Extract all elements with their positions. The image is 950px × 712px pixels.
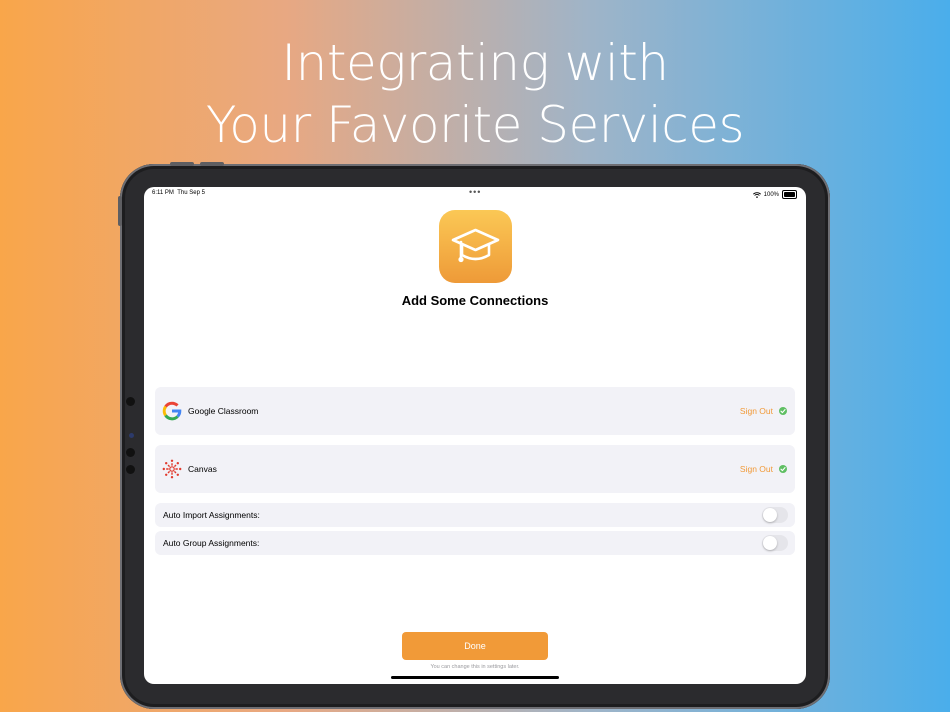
headline-line-2: Your Favorite Services — [205, 96, 745, 154]
auto-group-switch[interactable] — [762, 535, 788, 551]
status-date: Thu Sep 5 — [177, 190, 205, 196]
settings-footnote: You can change this in settings later. — [430, 664, 520, 670]
switch-knob — [763, 508, 777, 522]
done-button[interactable]: Done — [402, 632, 548, 660]
connection-name: Canvas — [188, 464, 217, 474]
sign-out-button[interactable]: Sign Out — [740, 406, 773, 416]
volume-button — [118, 196, 122, 226]
headline-line-1: Integrating with — [281, 34, 669, 92]
connection-name: Google Classroom — [188, 406, 259, 416]
connected-check-icon — [779, 407, 787, 415]
switch-knob — [763, 536, 777, 550]
battery-icon — [782, 190, 797, 199]
sign-out-button[interactable]: Sign Out — [740, 464, 773, 474]
status-bar-right: 100% — [752, 190, 797, 199]
connection-google-classroom[interactable]: Google Classroom Sign Out — [155, 387, 795, 435]
status-bar-time: 6:11 PM Thu Sep 5 — [152, 190, 205, 196]
camera-dot — [126, 465, 135, 474]
multitasking-dots[interactable]: ••• — [469, 187, 481, 197]
google-icon — [162, 401, 182, 421]
top-button — [170, 162, 194, 166]
wifi-icon — [752, 191, 761, 198]
connection-canvas[interactable]: Canvas Sign Out — [155, 445, 795, 493]
top-button — [200, 162, 224, 166]
home-indicator[interactable] — [391, 676, 559, 679]
connected-check-icon — [779, 465, 787, 473]
status-time: 6:11 PM — [152, 190, 174, 196]
battery-percent: 100% — [763, 191, 779, 198]
camera-dot — [126, 397, 135, 406]
camera-dot — [126, 448, 135, 457]
app-icon — [439, 210, 512, 283]
canvas-icon — [162, 459, 182, 479]
toggle-label: Auto Group Assignments: — [163, 538, 260, 548]
toggle-label: Auto Import Assignments: — [163, 510, 260, 520]
auto-import-switch[interactable] — [762, 507, 788, 523]
toggle-row-auto-import: Auto Import Assignments: — [155, 503, 795, 527]
graduation-cap-icon — [451, 228, 500, 263]
page-title: Add Some Connections — [401, 293, 549, 308]
ipad-screen: 6:11 PM Thu Sep 5 ••• 100% Add Some Conn… — [144, 187, 806, 684]
toggle-row-auto-group: Auto Group Assignments: — [155, 531, 795, 555]
camera-lens — [129, 433, 134, 438]
